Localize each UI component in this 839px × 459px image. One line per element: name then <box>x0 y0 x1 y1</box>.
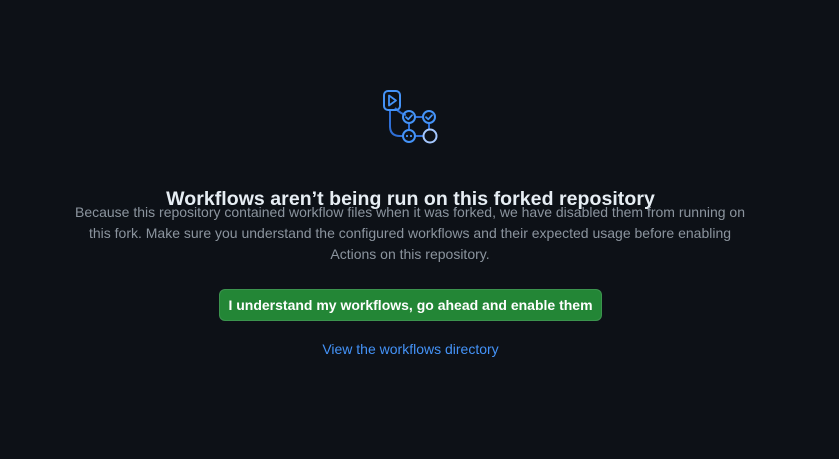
description-line: this fork. Make sure you understand the … <box>88 225 732 241</box>
description-line: Actions on this repository. <box>330 246 490 262</box>
description-text: Because this repository contained workfl… <box>70 202 750 265</box>
view-workflows-directory-link[interactable]: View the workflows directory <box>0 339 821 359</box>
actions-blankslate: Workflows aren’t being run on this forke… <box>0 0 839 459</box>
description-line: Because this repository contained workfl… <box>74 204 745 220</box>
workflow-actions-icon <box>383 90 438 144</box>
enable-workflows-button[interactable]: I understand my workflows, go ahead and … <box>219 289 602 321</box>
